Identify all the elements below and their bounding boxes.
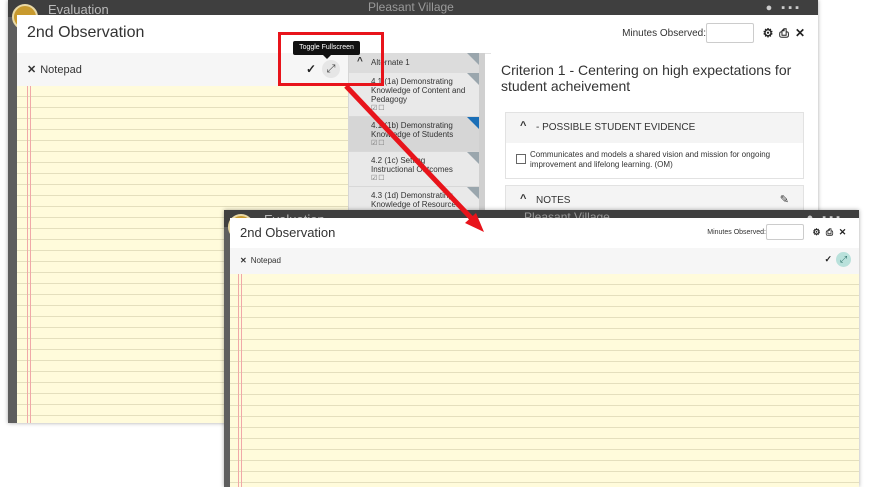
annotation-arrow xyxy=(344,84,484,232)
